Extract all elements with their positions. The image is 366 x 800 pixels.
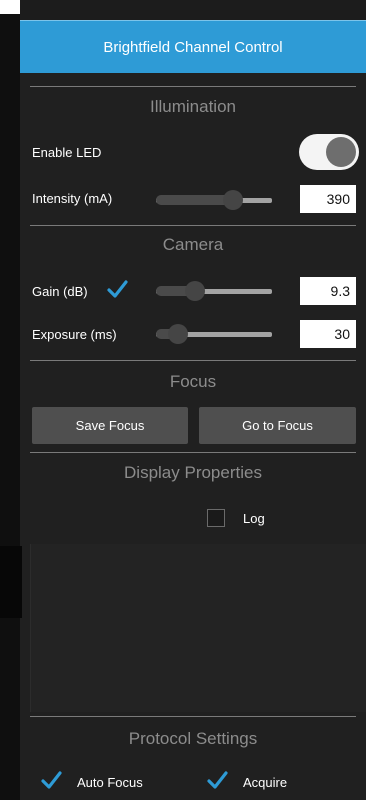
display-plot-area [30, 544, 366, 712]
gain-input[interactable]: 9.3 [300, 277, 356, 305]
panel-title: Brightfield Channel Control [103, 38, 283, 56]
left-edge-gap [0, 546, 22, 618]
go-to-focus-button[interactable]: Go to Focus [199, 407, 356, 444]
divider [30, 716, 356, 717]
section-title-display: Display Properties [124, 463, 262, 482]
check-icon [41, 771, 62, 789]
section-title-camera: Camera [162, 235, 224, 254]
enable-led-label: Enable LED [32, 145, 102, 160]
divider [30, 452, 356, 453]
divider [30, 360, 356, 361]
exposure-slider[interactable] [156, 324, 272, 344]
section-title-illumination: Illumination [150, 97, 236, 116]
section-title-focus: Focus [169, 372, 217, 391]
intensity-label: Intensity (mA) [32, 191, 113, 206]
left-edge-strip [0, 0, 20, 800]
log-label: Log [243, 511, 265, 526]
divider [30, 86, 356, 87]
left-edge-notch [0, 0, 20, 14]
slider-thumb[interactable] [185, 281, 205, 301]
gain-slider[interactable] [156, 281, 272, 301]
log-checkbox[interactable] [207, 509, 225, 527]
gain-auto-checkbox[interactable] [107, 280, 128, 299]
intensity-input[interactable]: 390 [300, 185, 356, 213]
slider-fill [156, 195, 233, 205]
panel-header: Brightfield Channel Control [20, 20, 366, 73]
slider-thumb[interactable] [168, 324, 188, 344]
exposure-input[interactable]: 30 [300, 320, 356, 348]
divider [30, 225, 356, 226]
slider-thumb[interactable] [223, 190, 243, 210]
toggle-knob [326, 137, 356, 167]
save-focus-button[interactable]: Save Focus [32, 407, 188, 444]
section-title-protocol: Protocol Settings [128, 729, 258, 748]
exposure-label: Exposure (ms) [32, 327, 117, 342]
gain-label: Gain (dB) [32, 284, 88, 299]
auto-focus-label: Auto Focus [77, 775, 143, 790]
auto-focus-checkbox[interactable] [41, 771, 62, 790]
enable-led-toggle[interactable] [299, 134, 359, 170]
intensity-slider[interactable] [156, 190, 272, 210]
check-icon [207, 771, 228, 789]
acquire-checkbox[interactable] [207, 771, 228, 790]
check-icon [107, 280, 128, 298]
acquire-label: Acquire [243, 775, 288, 790]
